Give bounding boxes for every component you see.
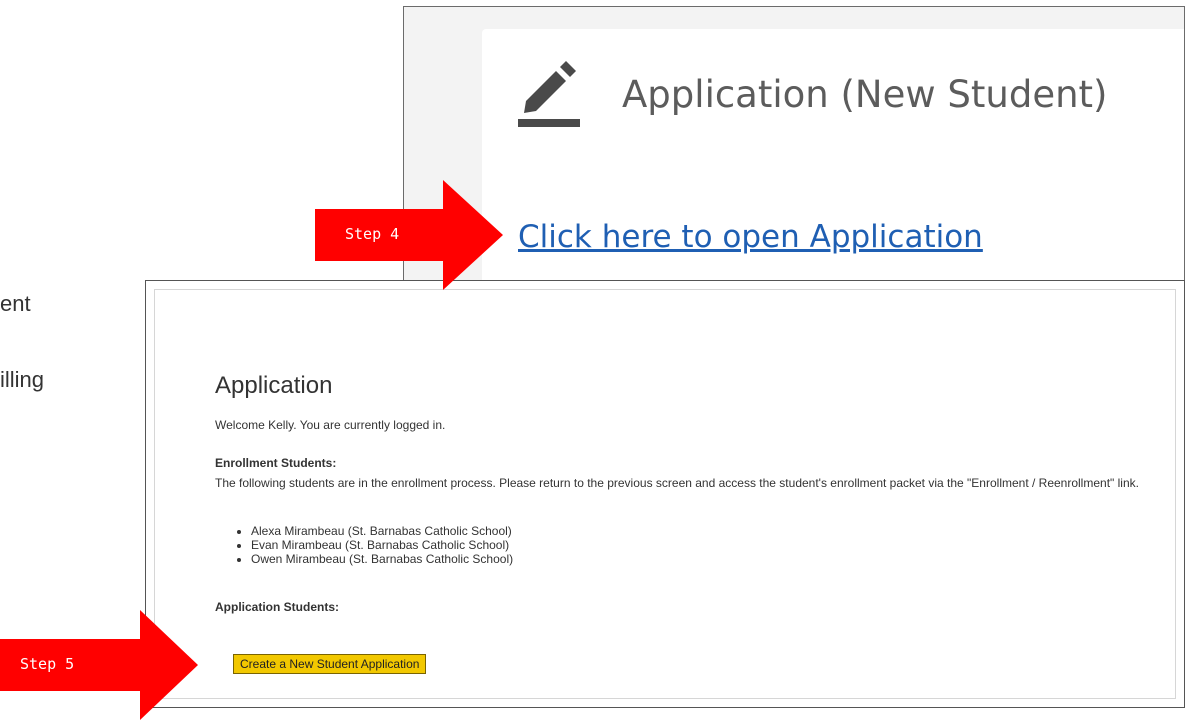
application-students-heading: Application Students: bbox=[215, 600, 339, 614]
list-item: Evan Mirambeau (St. Barnabas Catholic Sc… bbox=[251, 538, 513, 552]
open-application-link[interactable]: Click here to open Application bbox=[518, 219, 983, 255]
enrollment-students-heading: Enrollment Students: bbox=[215, 456, 337, 470]
background-text-fragment-1: ent bbox=[0, 291, 31, 316]
list-item: Alexa Mirambeau (St. Barnabas Catholic S… bbox=[251, 524, 513, 538]
enrolled-student-list: Alexa Mirambeau (St. Barnabas Catholic S… bbox=[233, 524, 513, 566]
welcome-message: Welcome Kelly. You are currently logged … bbox=[215, 418, 446, 432]
step-5-label: Step 5 bbox=[20, 655, 75, 673]
card-title: Application (New Student) bbox=[622, 73, 1108, 116]
pencil-icon bbox=[518, 57, 580, 129]
step-4-arrow bbox=[315, 180, 505, 290]
page-title: Application bbox=[215, 372, 333, 399]
background-text-fragment-2: illing bbox=[0, 367, 45, 392]
application-page: Application Welcome Kelly. You are curre… bbox=[154, 289, 1176, 699]
enrollment-instructions: The following students are in the enroll… bbox=[215, 476, 1139, 490]
bottom-screenshot: Application Welcome Kelly. You are curre… bbox=[145, 280, 1185, 708]
create-new-student-application-button[interactable]: Create a New Student Application bbox=[233, 654, 427, 674]
step-4-label: Step 4 bbox=[345, 225, 400, 243]
list-item: Owen Mirambeau (St. Barnabas Catholic Sc… bbox=[251, 552, 513, 566]
